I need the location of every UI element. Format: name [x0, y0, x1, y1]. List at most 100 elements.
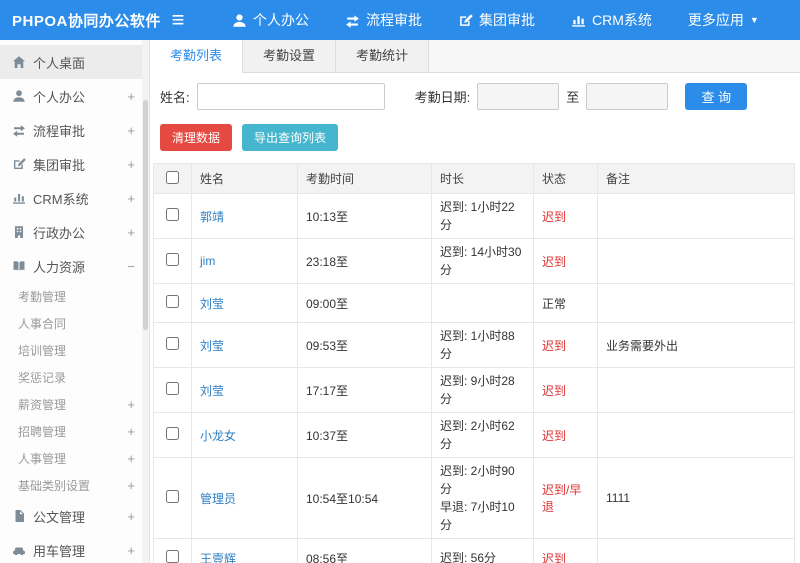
tab[interactable]: 考勤设置 — [243, 40, 337, 72]
sidebar-item-label: 流程审批 — [33, 123, 86, 139]
sidebar-item[interactable]: 人事管理 + — [0, 445, 149, 472]
date-to-input[interactable] — [586, 83, 669, 110]
name-cell: 刘莹 — [191, 322, 298, 368]
sidebar-item[interactable]: 个人桌面 — [0, 45, 149, 79]
row-checkbox[interactable] — [166, 295, 179, 308]
sidebar-item[interactable]: 考勤管理 — [0, 283, 149, 310]
table-row: 刘莹 09:00至 正常 — [153, 283, 795, 323]
employee-name-link[interactable]: 管理员 — [200, 492, 236, 506]
sidebar-item-label: 行政办公 — [33, 225, 86, 241]
user-icon — [232, 13, 247, 28]
sidebar-item-label: 考勤管理 — [18, 290, 67, 304]
expand-toggle-icon[interactable]: + — [127, 123, 135, 138]
expand-toggle-icon[interactable]: − — [127, 259, 135, 274]
menu-icon[interactable]: ≡ — [150, 0, 206, 40]
topnav-item[interactable]: CRM系统 ▼ — [553, 0, 670, 40]
sidebar-scrollbar[interactable] — [142, 40, 149, 563]
name-cell: 王壹辉 — [191, 538, 298, 563]
note-cell — [597, 283, 795, 323]
expand-toggle-icon[interactable]: + — [127, 509, 135, 524]
topnav-label: 集团审批 — [479, 12, 535, 28]
main-content: 考勤列表 考勤设置 考勤统计 姓名: 考勤日期: 至 查 询 清理数据 导出查询… — [150, 40, 800, 563]
sidebar-item[interactable]: CRM系统 + — [0, 181, 149, 215]
action-bar: 清理数据 导出查询列表 — [150, 118, 800, 163]
row-checkbox[interactable] — [166, 337, 179, 350]
sidebar: 个人桌面 个人办公 + 流程审批 + 集团审批 + CRM系统 + 行政办公 +… — [0, 40, 150, 563]
sidebar-item[interactable]: 培训管理 — [0, 337, 149, 364]
sidebar-item-label: 奖惩记录 — [18, 371, 67, 385]
employee-name-link[interactable]: 小龙女 — [200, 429, 236, 443]
column-header: 时长 — [431, 163, 534, 194]
sidebar-item[interactable]: 薪资管理 + — [0, 391, 149, 418]
employee-name-link[interactable]: 刘莹 — [200, 384, 224, 398]
name-filter-input[interactable] — [196, 83, 385, 110]
note-cell: 1111 — [597, 457, 795, 539]
table-row: 小龙女 10:37至 迟到: 2小时62分 迟到 — [153, 412, 795, 458]
note-cell — [597, 367, 795, 413]
row-checkbox[interactable] — [166, 550, 179, 563]
tab[interactable]: 考勤统计 — [336, 40, 430, 72]
edit-icon — [12, 157, 26, 171]
employee-name-link[interactable]: 郭靖 — [200, 210, 224, 224]
row-checkbox[interactable] — [166, 427, 179, 440]
employee-name-link[interactable]: 刘莹 — [200, 339, 224, 353]
building-icon — [12, 225, 26, 239]
row-checkbox[interactable] — [166, 208, 179, 221]
status-cell: 迟到 — [533, 238, 598, 284]
sidebar-item-label: 人事管理 — [18, 452, 67, 466]
select-all-checkbox[interactable] — [166, 170, 179, 184]
sidebar-item-label: 人力资源 — [33, 259, 86, 275]
table-row: 郭靖 10:13至 迟到: 1小时22分 迟到 — [153, 193, 795, 239]
sidebar-item-label: 培训管理 — [18, 344, 67, 358]
note-cell — [597, 412, 795, 458]
to-label: 至 — [566, 90, 580, 105]
sidebar-item-label: 薪资管理 — [18, 398, 67, 412]
sidebar-item[interactable]: 用车管理 + — [0, 533, 149, 563]
table-row: jim 23:18至 迟到: 14小时30分 迟到 — [153, 238, 795, 284]
duration-cell: 迟到: 56分 — [431, 538, 534, 563]
filter-bar: 姓名: 考勤日期: 至 查 询 — [150, 73, 800, 118]
expand-toggle-icon[interactable]: + — [127, 478, 135, 493]
sidebar-item[interactable]: 个人办公 + — [0, 79, 149, 113]
employee-name-link[interactable]: 王壹辉 — [200, 552, 236, 563]
status-cell: 迟到 — [533, 322, 598, 368]
row-checkbox[interactable] — [166, 490, 179, 503]
date-from-input[interactable] — [477, 83, 560, 110]
expand-toggle-icon[interactable]: + — [127, 191, 135, 206]
row-check-cell — [153, 283, 192, 323]
employee-name-link[interactable]: 刘莹 — [200, 297, 224, 311]
clean-data-button[interactable]: 清理数据 — [160, 124, 233, 151]
sidebar-item[interactable]: 人力资源 − — [0, 249, 149, 283]
topnav-item[interactable]: 集团审批 ▼ — [440, 0, 553, 40]
expand-toggle-icon[interactable]: + — [127, 543, 135, 558]
sidebar-item[interactable]: 基础类别设置 + — [0, 472, 149, 499]
column-header: 考勤时间 — [297, 163, 432, 194]
expand-toggle-icon[interactable]: + — [127, 424, 135, 439]
sidebar-item[interactable]: 公文管理 + — [0, 499, 149, 533]
topnav-item[interactable]: 个人办公 ▼ — [214, 0, 327, 40]
sidebar-item[interactable]: 流程审批 + — [0, 113, 149, 147]
topnav-item[interactable]: 流程审批 ▼ — [327, 0, 440, 40]
row-checkbox[interactable] — [166, 253, 179, 266]
flow-icon — [345, 13, 360, 28]
expand-toggle-icon[interactable]: + — [127, 451, 135, 466]
sidebar-item[interactable]: 招聘管理 + — [0, 418, 149, 445]
tab[interactable]: 考勤列表 — [150, 40, 244, 73]
attendance-time-cell: 23:18至 — [297, 238, 432, 284]
expand-toggle-icon[interactable]: + — [127, 89, 135, 104]
select-all-cell — [153, 163, 192, 194]
scrollbar-thumb[interactable] — [143, 100, 148, 330]
expand-toggle-icon[interactable]: + — [127, 225, 135, 240]
sidebar-item[interactable]: 奖惩记录 — [0, 364, 149, 391]
sidebar-item[interactable]: 集团审批 + — [0, 147, 149, 181]
expand-toggle-icon[interactable]: + — [127, 157, 135, 172]
topnav-item[interactable]: 更多应用 ▼ — [670, 0, 777, 40]
sidebar-item[interactable]: 人事合同 — [0, 310, 149, 337]
expand-toggle-icon[interactable]: + — [127, 397, 135, 412]
row-checkbox[interactable] — [166, 382, 179, 395]
search-button[interactable]: 查 询 — [685, 83, 748, 110]
status-cell: 迟到/早退 — [533, 457, 598, 539]
sidebar-item[interactable]: 行政办公 + — [0, 215, 149, 249]
employee-name-link[interactable]: jim — [200, 254, 215, 268]
export-list-button[interactable]: 导出查询列表 — [242, 124, 339, 151]
